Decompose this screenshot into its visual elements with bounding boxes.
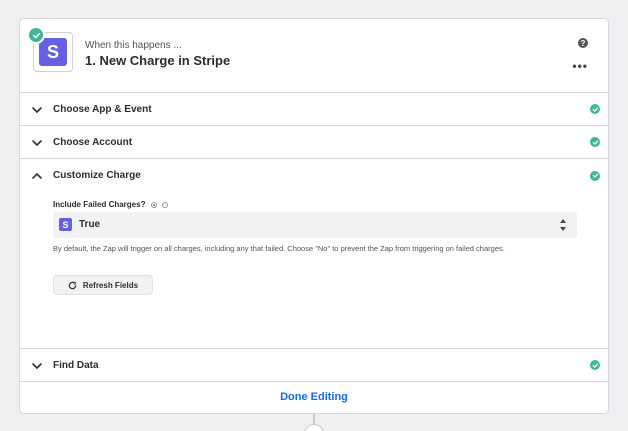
section-label: Find Data (53, 359, 99, 371)
section-label: Choose Account (53, 136, 133, 148)
done-editing-button[interactable]: Done Editing (20, 380, 608, 413)
check-circle-icon (590, 170, 600, 181)
radio-selected-icon[interactable] (150, 201, 157, 208)
zap-step-card: S When this happens ... 1. New Charge in… (19, 18, 609, 414)
step-title: 1. New Charge in Stripe (85, 53, 231, 68)
section-label: Choose App & Event (53, 103, 152, 115)
question-circle-icon[interactable]: ? (578, 38, 588, 48)
section-choose-account[interactable]: Choose Account (20, 126, 608, 159)
chevron-up-icon (32, 173, 42, 179)
stripe-logo-icon: S (39, 38, 67, 66)
chevron-down-icon (32, 363, 42, 369)
include-failed-select[interactable]: S True (53, 212, 577, 238)
refresh-icon (68, 281, 77, 289)
chevron-down-icon (32, 107, 42, 113)
check-circle-icon (590, 360, 600, 370)
refresh-fields-label: Refresh Fields (82, 280, 139, 290)
add-step-node[interactable] (304, 424, 324, 431)
section-find-data[interactable]: Find Data (20, 349, 608, 382)
select-value: True (79, 219, 101, 230)
stripe-logo-icon: S (59, 218, 72, 231)
step-complete-check-icon (27, 26, 45, 44)
section-label: Customize Charge (53, 170, 141, 181)
more-horizontal-icon[interactable]: ••• (572, 59, 588, 73)
chevron-down-icon (32, 140, 42, 146)
field-helper-text: By default, the Zap will trigger on all … (53, 244, 505, 253)
check-circle-icon (590, 104, 600, 114)
section-choose-app-event[interactable]: Choose App & Event (20, 93, 608, 126)
sort-arrows-icon (560, 219, 566, 231)
field-label-text: Include Failed Charges? (53, 200, 146, 209)
refresh-fields-button[interactable]: Refresh Fields (53, 275, 153, 295)
section-customize-charge: Customize Charge Include Failed Charges?… (20, 159, 608, 349)
radio-unselected-icon[interactable] (161, 201, 168, 208)
section-customize-charge-header[interactable]: Customize Charge (20, 159, 608, 192)
field-label-include-failed: Include Failed Charges? (53, 200, 168, 209)
check-circle-icon (590, 137, 600, 147)
step-subtitle: When this happens ... (85, 40, 182, 51)
step-header[interactable]: S When this happens ... 1. New Charge in… (20, 19, 608, 93)
